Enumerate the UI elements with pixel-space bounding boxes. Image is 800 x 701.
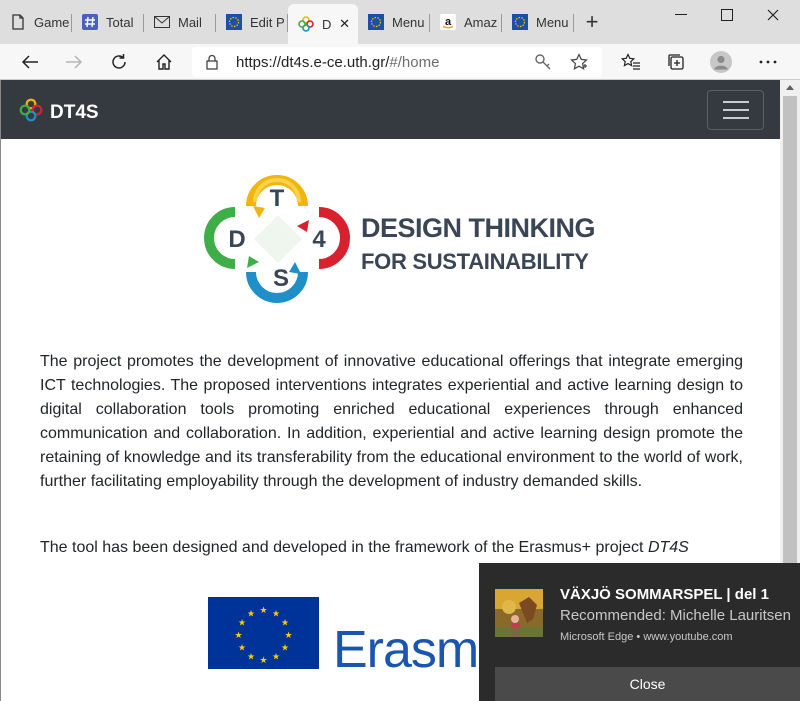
tab-mail[interactable]: Mail bbox=[144, 4, 216, 40]
hash-icon bbox=[82, 14, 98, 30]
logo-letter-t: T bbox=[270, 185, 285, 212]
framework-project: DT4S bbox=[647, 539, 689, 556]
tab-label: Game bbox=[34, 14, 70, 30]
logo-letter-d: D bbox=[228, 226, 245, 253]
tab-label: Mail bbox=[178, 14, 202, 30]
svg-text:★: ★ bbox=[272, 610, 280, 620]
tab-game[interactable]: Game bbox=[0, 4, 72, 40]
svg-text:★: ★ bbox=[238, 619, 246, 629]
notification-toast[interactable]: VÄXJÖ SOMMARSPEL | del 1 Recommended: Mi… bbox=[479, 563, 800, 701]
back-button[interactable] bbox=[15, 47, 45, 77]
close-window-button[interactable] bbox=[750, 0, 796, 30]
svg-text:a: a bbox=[445, 16, 452, 28]
more-dots-icon bbox=[759, 60, 777, 64]
collections-icon bbox=[668, 54, 684, 70]
notification-source: Microsoft Edge • www.youtube.com bbox=[560, 631, 733, 643]
tab-label: D bbox=[322, 16, 332, 32]
logo-title: DESIGN THINKING bbox=[361, 213, 596, 243]
tab-edit[interactable]: Edit P bbox=[216, 4, 288, 40]
svg-text:★: ★ bbox=[234, 631, 242, 641]
svg-text:★: ★ bbox=[259, 606, 267, 616]
tab-dt4s-active[interactable]: D ✕ bbox=[288, 4, 358, 44]
svg-text:★: ★ bbox=[284, 631, 292, 641]
back-arrow-icon bbox=[21, 55, 38, 69]
svg-text:★: ★ bbox=[281, 644, 289, 654]
home-icon bbox=[156, 54, 172, 70]
intro-paragraph: The project promotes the development of … bbox=[40, 353, 743, 490]
svg-text:★: ★ bbox=[281, 619, 289, 629]
url-host: https://dt4s.e-ce.uth.gr/ bbox=[236, 53, 390, 71]
brand-link[interactable]: DT4S bbox=[19, 98, 99, 128]
dt4s-rings-icon: T 4 S D bbox=[204, 175, 350, 303]
lock-icon bbox=[206, 54, 218, 74]
notification-title: VÄXJÖ SOMMARSPEL | del 1 bbox=[560, 586, 769, 603]
navbar-toggle-button[interactable] bbox=[707, 90, 764, 130]
url-path: #/home bbox=[389, 53, 440, 71]
refresh-button[interactable] bbox=[104, 47, 134, 77]
favorites-list-icon bbox=[621, 53, 640, 70]
tab-menu[interactable]: Menu bbox=[358, 4, 430, 40]
svg-text:★: ★ bbox=[238, 644, 246, 654]
tab-label: Total bbox=[106, 14, 134, 30]
brand-name: DT4S bbox=[50, 102, 99, 123]
scroll-up-arrow-icon[interactable] bbox=[786, 85, 794, 90]
tab-label: Amaz bbox=[464, 14, 498, 30]
dt4s-logo: T 4 S D DESIGN THINKING FOR SUSTAINABILI… bbox=[201, 166, 596, 312]
tab-strip: Game Total Mail Edit P D ✕ Menu a Amaz M… bbox=[0, 0, 800, 44]
erasmus-logo-text: Erasm bbox=[333, 621, 479, 679]
forward-arrow-icon bbox=[66, 55, 83, 69]
dt4s-logo-icon bbox=[19, 98, 43, 128]
mail-icon bbox=[154, 14, 170, 30]
eu-flag-icon bbox=[368, 14, 384, 30]
framework-text: The tool has been designed and developed… bbox=[40, 539, 648, 556]
notification-body: Recommended: Michelle Lauritsen bbox=[560, 607, 791, 624]
tab-total[interactable]: Total bbox=[72, 4, 144, 40]
tab-amazon[interactable]: a Amaz bbox=[430, 4, 502, 40]
forward-button[interactable] bbox=[59, 47, 89, 77]
collections-button[interactable] bbox=[661, 47, 691, 77]
svg-text:★: ★ bbox=[247, 653, 255, 663]
favorite-star-icon[interactable] bbox=[570, 53, 588, 75]
address-bar[interactable]: https://dt4s.e-ce.uth.gr/#/home bbox=[192, 47, 602, 77]
tab-menu-2[interactable]: Menu bbox=[502, 4, 574, 40]
tab-label: Menu bbox=[536, 14, 569, 30]
framework-paragraph: The tool has been designed and developed… bbox=[40, 536, 743, 560]
logo-letter-s: S bbox=[273, 265, 289, 292]
svg-text:★: ★ bbox=[247, 610, 255, 620]
minimize-button[interactable] bbox=[658, 0, 704, 30]
refresh-icon bbox=[112, 54, 126, 69]
settings-more-button[interactable] bbox=[753, 47, 783, 77]
dt4s-icon bbox=[298, 16, 314, 32]
maximize-button[interactable] bbox=[704, 0, 750, 30]
video-thumbnail bbox=[495, 589, 543, 637]
tab-label: Edit P bbox=[250, 14, 285, 30]
notification-close-button[interactable]: Close bbox=[495, 667, 800, 701]
site-navbar: DT4S bbox=[1, 80, 780, 139]
svg-text:★: ★ bbox=[272, 653, 280, 663]
page-icon bbox=[10, 14, 26, 30]
logo-subtitle: FOR SUSTAINABILITY bbox=[361, 249, 589, 274]
avatar-icon bbox=[710, 51, 732, 73]
amazon-icon: a bbox=[440, 14, 456, 30]
eu-flag-icon bbox=[226, 14, 242, 30]
eu-flag-icon bbox=[512, 14, 528, 30]
scrollbar-thumb[interactable] bbox=[783, 96, 797, 566]
key-icon[interactable] bbox=[534, 53, 552, 75]
new-tab-button[interactable]: + bbox=[574, 4, 610, 40]
close-tab-icon[interactable]: ✕ bbox=[339, 16, 350, 32]
logo-letter-4: 4 bbox=[312, 226, 326, 253]
browser-toolbar: https://dt4s.e-ce.uth.gr/#/home bbox=[0, 44, 800, 80]
tab-label: Menu bbox=[392, 14, 425, 30]
home-button[interactable] bbox=[149, 47, 179, 77]
eu-flag-image: ★ ★ ★ ★ ★ ★ ★ ★ ★ ★ ★ ★ bbox=[208, 597, 319, 669]
favorites-button[interactable] bbox=[616, 47, 646, 77]
svg-text:★: ★ bbox=[259, 656, 267, 666]
profile-button[interactable] bbox=[706, 47, 736, 77]
hamburger-icon bbox=[722, 101, 749, 103]
